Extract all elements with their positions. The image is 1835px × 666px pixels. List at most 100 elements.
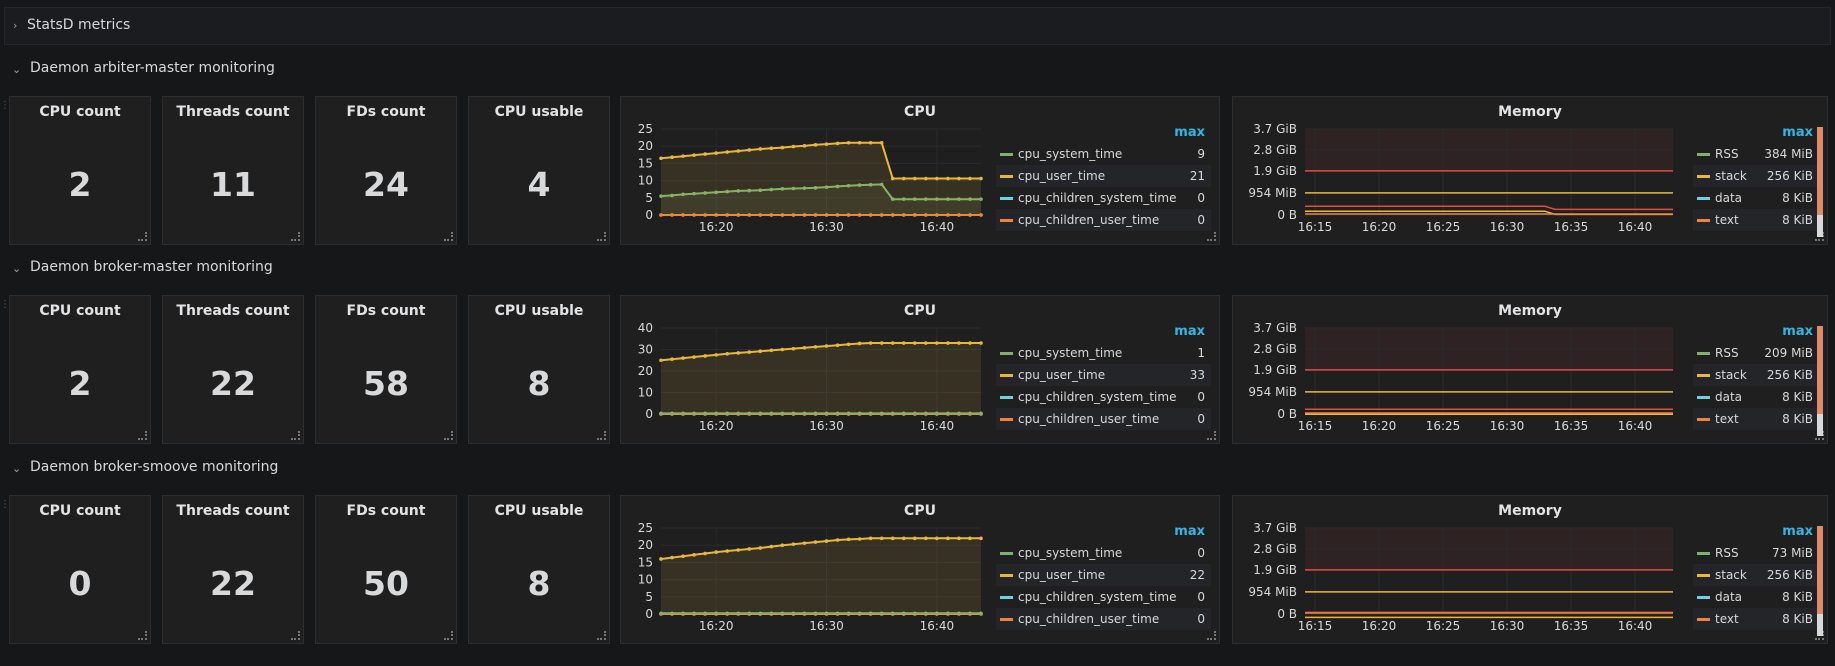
x-tick-label: 16:30 xyxy=(809,619,844,633)
legend-item[interactable]: cpu_children_system_time 0 xyxy=(996,386,1211,408)
stat-panel[interactable]: CPU count 2 xyxy=(9,295,151,444)
legend-swatch xyxy=(1697,618,1710,621)
legend-item[interactable]: data 8 KiB xyxy=(1693,586,1819,608)
y-tick-label: 1.9 GiB xyxy=(1253,363,1297,377)
data-point xyxy=(824,142,829,146)
chevron-down-icon[interactable]: ⌄ xyxy=(12,262,21,275)
legend-scrollbar[interactable] xyxy=(1817,326,1823,436)
legend-item[interactable]: cpu_user_time 33 xyxy=(996,364,1211,386)
legend-item[interactable]: cpu_user_time 21 xyxy=(996,165,1211,187)
row-header[interactable]: ⌄ Daemon broker-smoove monitoring xyxy=(8,457,408,479)
x-tick-label: 16:20 xyxy=(1362,419,1397,433)
legend-item[interactable]: stack 256 KiB xyxy=(1693,364,1819,386)
legend-name: cpu_user_time xyxy=(1018,368,1106,382)
drag-handle-icon[interactable]: ⋮ xyxy=(0,500,10,524)
legend-swatch xyxy=(1000,596,1013,599)
legend-item[interactable]: text 8 KiB xyxy=(1693,408,1819,430)
resize-handle-icon[interactable] xyxy=(444,232,453,241)
chevron-down-icon[interactable]: ⌄ xyxy=(12,63,21,76)
y-tick-label: 0 xyxy=(645,208,653,222)
resize-handle-icon[interactable] xyxy=(444,631,453,640)
legend-item[interactable]: cpu_children_user_time 0 xyxy=(996,209,1211,231)
row-title[interactable]: Daemon arbiter-master monitoring xyxy=(30,60,275,76)
legend-item[interactable]: data 8 KiB xyxy=(1693,187,1819,209)
resize-handle-icon[interactable] xyxy=(291,232,300,241)
legend-item[interactable]: stack 256 KiB xyxy=(1693,564,1819,586)
cpu-chart: 25 20 15 10 5 0 16:20 16:30 16:40 xyxy=(638,122,983,234)
cpu-panel[interactable]: CPU 40 30 20 10 0 16:20 16:30 16:40 max cpu_system… xyxy=(620,295,1220,444)
stat-panel[interactable]: FDs count 58 xyxy=(315,295,457,444)
memory-panel[interactable]: Memory 3.7 GiB 2.8 GiB 1.9 GiB 954 MiB 0 B 16:… xyxy=(1232,495,1828,644)
row-title[interactable]: Daemon broker-smoove monitoring xyxy=(30,459,278,475)
legend-header-max[interactable]: max xyxy=(1782,524,1813,539)
legend-item[interactable]: cpu_system_time 0 xyxy=(996,542,1211,564)
row-header[interactable]: ⌄ Daemon broker-master monitoring xyxy=(8,257,408,279)
x-tick-label: 16:20 xyxy=(699,220,734,234)
memory-panel[interactable]: Memory 3.7 GiB 2.8 GiB 1.9 GiB 954 MiB 0 B 16:… xyxy=(1232,96,1828,245)
stat-panel[interactable]: FDs count 24 xyxy=(315,96,457,245)
stat-value: 4 xyxy=(527,165,551,204)
scrollbar-thumb[interactable] xyxy=(1817,215,1823,237)
legend-item[interactable]: cpu_children_system_time 0 xyxy=(996,187,1211,209)
resize-handle-icon[interactable] xyxy=(597,431,606,440)
legend-header-max[interactable]: max xyxy=(1782,324,1813,339)
legend-item[interactable]: RSS 209 MiB xyxy=(1693,342,1819,364)
legend-item[interactable]: RSS 384 MiB xyxy=(1693,143,1819,165)
legend-item[interactable]: text 8 KiB xyxy=(1693,608,1819,630)
stat-panel[interactable]: Threads count 22 xyxy=(162,495,304,644)
resize-handle-icon[interactable] xyxy=(444,431,453,440)
stat-panel[interactable]: CPU count 0 xyxy=(9,495,151,644)
resize-handle-icon[interactable] xyxy=(138,431,147,440)
legend-header-max[interactable]: max xyxy=(1782,125,1813,140)
chevron-down-icon[interactable]: ⌄ xyxy=(12,462,21,475)
resize-handle-icon[interactable] xyxy=(138,232,147,241)
stat-panel-title: FDs count xyxy=(346,303,426,319)
resize-handle-icon[interactable] xyxy=(597,232,606,241)
legend-item[interactable]: cpu_children_user_time 0 xyxy=(996,408,1211,430)
row-header[interactable]: ⌄ Daemon arbiter-master monitoring xyxy=(8,58,408,80)
legend-item[interactable]: stack 256 KiB xyxy=(1693,165,1819,187)
legend-item[interactable]: RSS 73 MiB xyxy=(1693,542,1819,564)
legend-scrollbar[interactable] xyxy=(1817,526,1823,636)
stat-panel[interactable]: Threads count 22 xyxy=(162,295,304,444)
legend-header-max[interactable]: max xyxy=(1174,324,1205,339)
legend-header-max[interactable]: max xyxy=(1174,125,1205,140)
stat-panel[interactable]: CPU usable 4 xyxy=(468,96,610,245)
resize-handle-icon[interactable] xyxy=(291,631,300,640)
scrollbar-thumb[interactable] xyxy=(1817,614,1823,636)
stat-value: 0 xyxy=(68,564,92,603)
legend-max-value: 0 xyxy=(1197,590,1205,604)
legend-item[interactable]: data 8 KiB xyxy=(1693,386,1819,408)
legend-max-value: 8 KiB xyxy=(1782,590,1813,604)
stat-panel[interactable]: Threads count 11 xyxy=(162,96,304,245)
resize-handle-icon[interactable] xyxy=(597,631,606,640)
drag-handle-icon[interactable]: ⋮ xyxy=(0,101,10,125)
stat-panel[interactable]: CPU count 2 xyxy=(9,96,151,245)
data-point xyxy=(714,353,718,357)
resize-handle-icon[interactable] xyxy=(291,431,300,440)
chevron-right-icon[interactable]: › xyxy=(13,19,17,32)
legend-item[interactable]: text 8 KiB xyxy=(1693,209,1819,231)
memory-panel[interactable]: Memory 3.7 GiB 2.8 GiB 1.9 GiB 954 MiB 0 B 16:… xyxy=(1232,295,1828,444)
legend-item[interactable]: cpu_system_time 9 xyxy=(996,143,1211,165)
row-title[interactable]: Daemon broker-master monitoring xyxy=(30,259,273,275)
statsd-row[interactable]: › StatsD metrics xyxy=(4,7,1831,45)
legend-item[interactable]: cpu_system_time 1 xyxy=(996,342,1211,364)
row-title-statsd[interactable]: StatsD metrics xyxy=(27,17,130,33)
cpu-panel[interactable]: CPU 25 20 15 10 5 0 16:20 16:30 16:40 max cpu_syste… xyxy=(620,495,1220,644)
legend-scrollbar[interactable] xyxy=(1817,127,1823,237)
resize-handle-icon[interactable] xyxy=(138,631,147,640)
data-point xyxy=(924,536,928,541)
legend-item[interactable]: cpu_children_system_time 0 xyxy=(996,586,1211,608)
stat-panel[interactable]: CPU usable 8 xyxy=(468,295,610,444)
legend-item[interactable]: cpu_children_user_time 0 xyxy=(996,608,1211,630)
legend-name: cpu_user_time xyxy=(1018,568,1106,582)
stat-panel[interactable]: FDs count 50 xyxy=(315,495,457,644)
legend-header-max[interactable]: max xyxy=(1174,524,1205,539)
legend-item[interactable]: cpu_user_time 22 xyxy=(996,564,1211,586)
scrollbar-thumb[interactable] xyxy=(1817,414,1823,436)
legend-max-value: 256 KiB xyxy=(1766,169,1813,183)
cpu-panel[interactable]: CPU 25 20 15 10 5 0 16:20 16:30 16:40 max cpu_syste… xyxy=(620,96,1220,245)
stat-panel[interactable]: CPU usable 8 xyxy=(468,495,610,644)
drag-handle-icon[interactable]: ⋮ xyxy=(0,300,10,324)
